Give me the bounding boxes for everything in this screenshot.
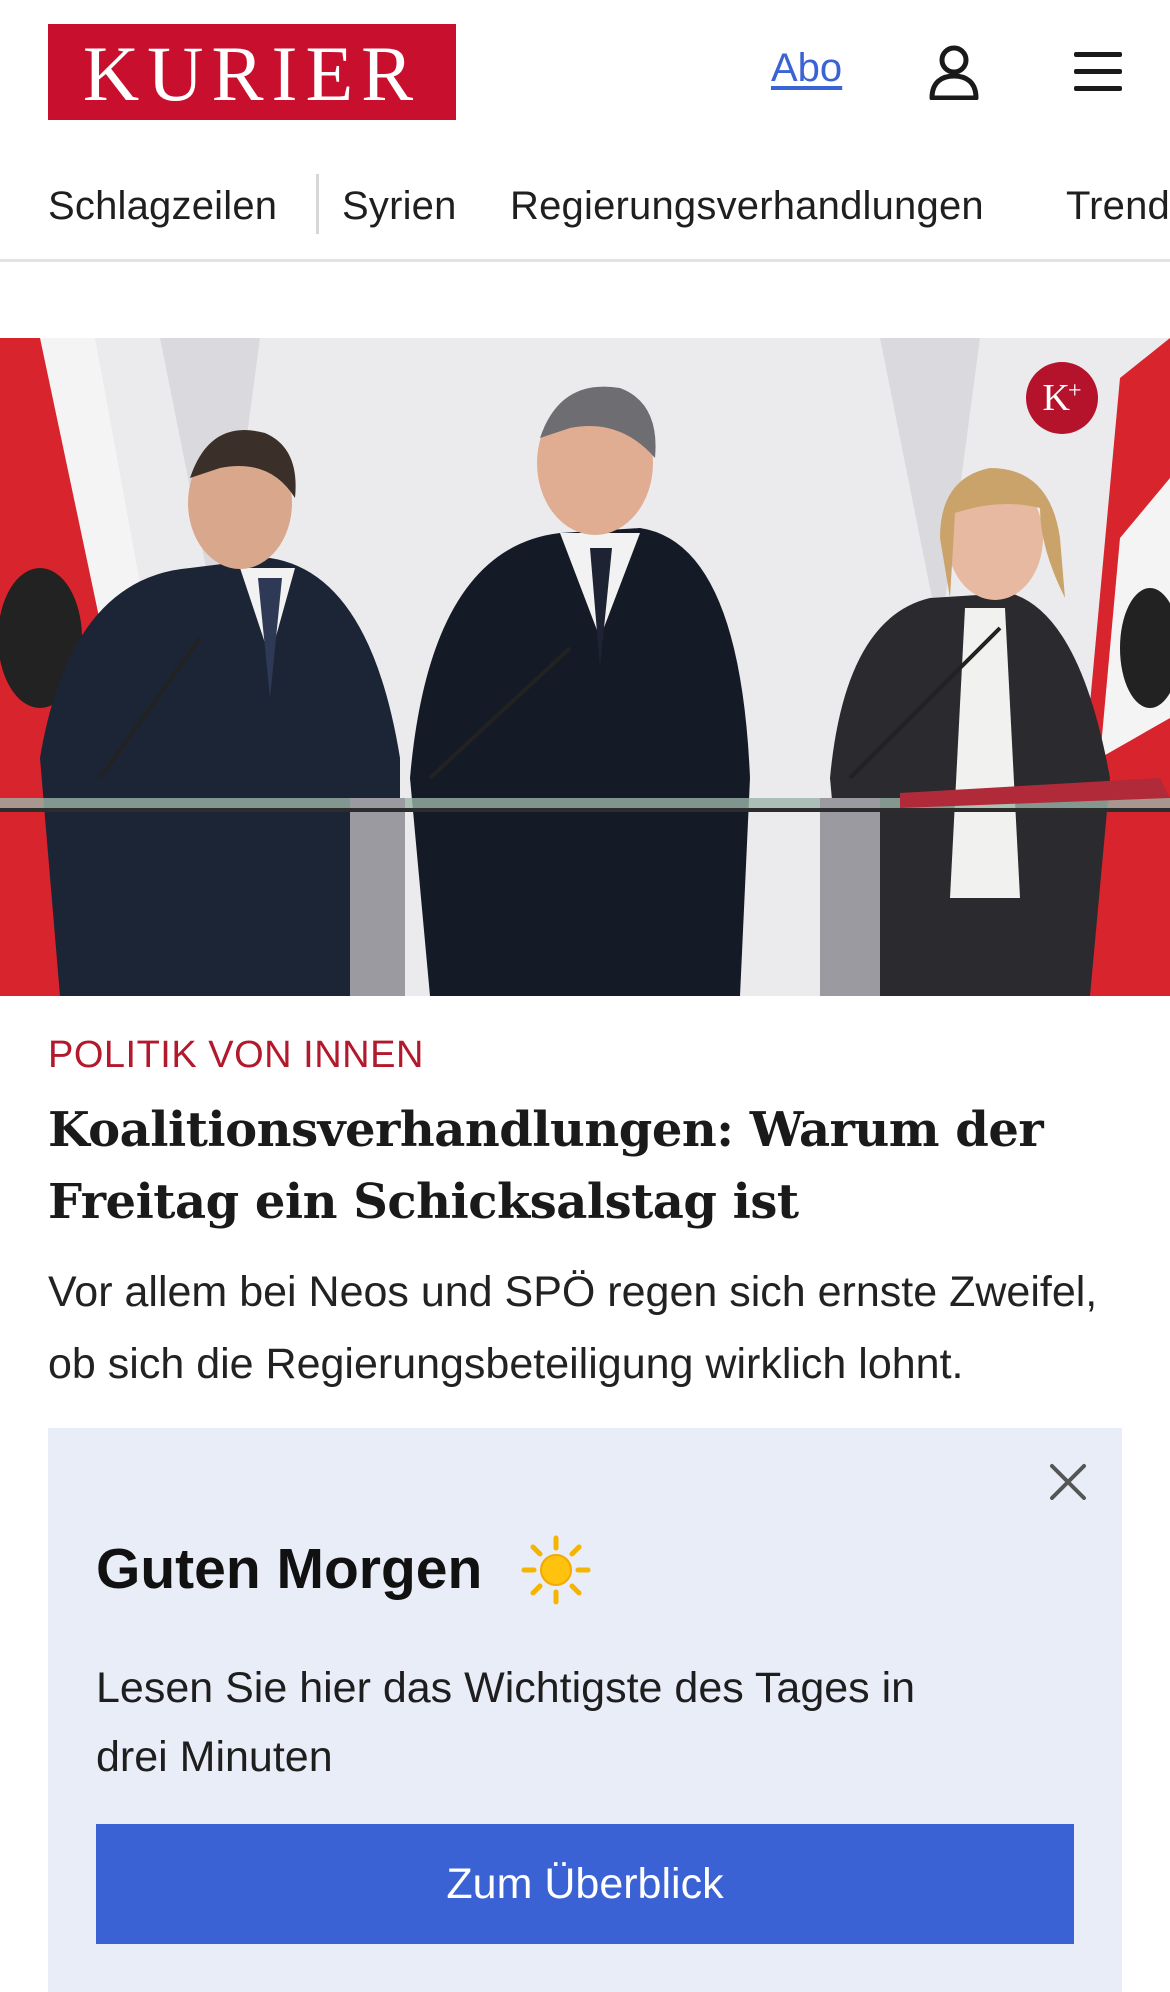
hero-image[interactable]	[0, 338, 1170, 996]
hamburger-menu-icon[interactable]	[1070, 48, 1126, 96]
nav-item-syrien[interactable]: Syrien	[342, 182, 457, 230]
close-icon[interactable]	[1044, 1458, 1092, 1506]
nav-item-trends[interactable]: Trends	[1066, 182, 1170, 230]
nav-item-schlagzeilen[interactable]: Schlagzeilen	[48, 182, 277, 230]
abo-link[interactable]: Abo	[771, 46, 842, 91]
popup-title: Guten Morgen	[96, 1537, 483, 1601]
kplus-letter: K	[1042, 377, 1070, 419]
user-icon[interactable]	[928, 44, 980, 101]
article-kicker[interactable]: POLITIK VON INNEN	[48, 1034, 424, 1077]
popup-body: Lesen Sie hier das Wichtigste des Tages …	[96, 1664, 916, 1781]
kurier-logo[interactable]: KURIER	[48, 24, 456, 120]
site-header: KURIER Abo	[0, 0, 1170, 145]
kplus-badge: K +	[1026, 362, 1098, 434]
topic-nav: Schlagzeilen Syrien Regierungsverhandlun…	[0, 162, 1170, 262]
sun-icon	[520, 1534, 592, 1606]
article-headline[interactable]: Koalitionsverhandlungen: Warum der Freit…	[48, 1094, 1128, 1238]
nav-item-regierungsverhandlungen[interactable]: Regierungsverhandlungen	[510, 182, 984, 230]
article-teaser[interactable]: Vor allem bei Neos und SPÖ regen sich er…	[48, 1256, 1138, 1400]
zum-ueberblick-button[interactable]: Zum Überblick	[96, 1824, 1074, 1944]
logo-text: KURIER	[82, 30, 422, 117]
kplus-plus: +	[1067, 377, 1082, 404]
nav-divider	[316, 174, 319, 234]
